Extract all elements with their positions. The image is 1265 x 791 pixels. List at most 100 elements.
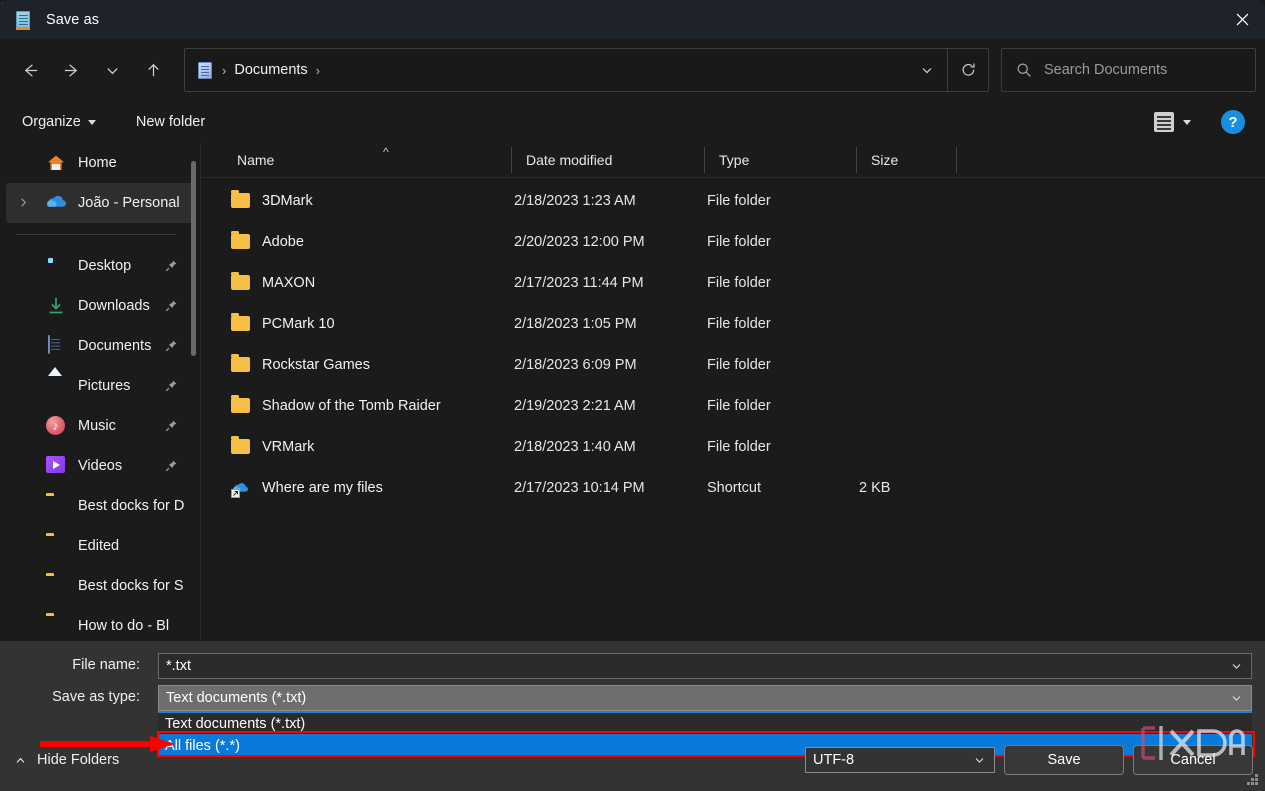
pin-icon[interactable] — [164, 459, 178, 473]
table-row[interactable]: Rockstar Games 2/18/2023 6:09 PM File fo… — [201, 344, 1265, 385]
chevron-down-icon[interactable] — [973, 754, 986, 767]
sidebar-item-label: Downloads — [78, 298, 150, 314]
file-name: Where are my files — [262, 479, 383, 496]
pin-icon[interactable] — [164, 419, 178, 433]
sidebar-item-edited[interactable]: Edited — [6, 526, 194, 566]
sidebar-item-label: João - Personal — [78, 195, 180, 211]
sidebar-item-label: Home — [78, 155, 117, 171]
sidebar-item-joao-personal[interactable]: João - Personal — [6, 183, 194, 223]
chevron-down-icon[interactable] — [1230, 660, 1243, 673]
expand-chevron-right-icon[interactable] — [18, 197, 30, 209]
videos-icon — [46, 456, 66, 476]
sidebar-item-clipped[interactable]: How to do - Bl — [6, 606, 194, 641]
up-arrow-icon[interactable] — [136, 53, 170, 87]
help-button[interactable]: ? — [1221, 110, 1245, 134]
forward-arrow-icon[interactable] — [54, 53, 88, 87]
file-date: 2/18/2023 1:40 AM — [514, 438, 636, 455]
sidebar-item-music[interactable]: ♪ Music — [6, 406, 194, 446]
file-size: 2 KB — [859, 479, 891, 496]
table-row[interactable]: VRMark 2/18/2023 1:40 AM File folder — [201, 426, 1265, 467]
table-row[interactable]: PCMark 10 2/18/2023 1:05 PM File folder — [201, 303, 1265, 344]
sidebar-item-best-docks-for-d[interactable]: Best docks for D — [6, 486, 194, 526]
sidebar-item-downloads[interactable]: Downloads — [6, 286, 194, 326]
sidebar-item-videos[interactable]: Videos — [6, 446, 194, 486]
file-date: 2/17/2023 10:14 PM — [514, 479, 645, 496]
folder-icon — [231, 231, 251, 251]
table-row[interactable]: MAXON 2/17/2023 11:44 PM File folder — [201, 262, 1265, 303]
chevron-down-icon[interactable] — [1230, 692, 1243, 705]
home-icon — [46, 153, 66, 173]
pin-icon[interactable] — [164, 299, 178, 313]
documents-icon — [46, 335, 66, 356]
file-list-pane: ^ Name Date modified Type Size 3DMark 2/… — [201, 143, 1265, 641]
desktop-icon — [46, 256, 66, 276]
sidebar-item-pictures[interactable]: Pictures — [6, 366, 194, 406]
search-box[interactable]: Search Documents — [1001, 48, 1256, 92]
table-row[interactable]: 3DMark 2/18/2023 1:23 AM File folder — [201, 180, 1265, 221]
column-header-name[interactable]: Name — [201, 143, 512, 177]
file-name: MAXON — [262, 274, 316, 291]
encoding-value: UTF-8 — [813, 752, 855, 768]
chevron-up-icon — [14, 754, 27, 767]
window-title: Save as — [46, 11, 100, 28]
recent-locations-chevron-down-icon[interactable] — [95, 53, 129, 87]
encoding-combobox[interactable]: UTF-8 — [805, 747, 995, 773]
folder-icon — [231, 190, 251, 210]
sidebar-item-best-docks-for-s[interactable]: Best docks for S — [6, 566, 194, 606]
view-mode-button[interactable] — [1154, 112, 1191, 132]
back-arrow-icon[interactable] — [13, 53, 47, 87]
file-name: 3DMark — [262, 192, 313, 209]
sidebar-scrollbar[interactable] — [191, 161, 196, 356]
column-header-size[interactable]: Size — [857, 143, 957, 177]
folder-icon — [46, 616, 66, 636]
sidebar-item-documents[interactable]: Documents — [6, 326, 194, 366]
folder-icon — [231, 313, 251, 333]
breadcrumb-documents[interactable]: Documents — [234, 62, 307, 78]
address-chevron-down-icon[interactable] — [907, 49, 947, 91]
file-type: File folder — [707, 397, 771, 414]
breadcrumb-separator-end: › — [315, 62, 321, 78]
shortcut-icon — [231, 479, 251, 498]
file-date: 2/18/2023 1:05 PM — [514, 315, 637, 332]
file-type: Shortcut — [707, 479, 761, 496]
file-date: 2/20/2023 12:00 PM — [514, 233, 645, 250]
table-row[interactable]: Where are my files 2/17/2023 10:14 PM Sh… — [201, 467, 1265, 508]
save-as-type-label: Save as type: — [52, 689, 140, 705]
search-input[interactable]: Search Documents — [1044, 62, 1167, 78]
table-row[interactable]: Shadow of the Tomb Raider 2/19/2023 2:21… — [201, 385, 1265, 426]
folder-icon — [46, 496, 66, 516]
resize-grip[interactable] — [1247, 774, 1259, 786]
file-name-input[interactable]: *.txt — [158, 653, 1252, 679]
navigation-sidebar[interactable]: Home João - Personal Desktop Downloads D… — [0, 143, 200, 641]
hide-folders-button[interactable]: Hide Folders — [14, 752, 119, 768]
organize-label: Organize — [22, 114, 81, 130]
column-header-type[interactable]: Type — [705, 143, 857, 177]
pin-icon[interactable] — [164, 339, 178, 353]
documents-folder-icon — [197, 61, 214, 79]
close-icon[interactable] — [1219, 0, 1265, 39]
file-type: File folder — [707, 438, 771, 455]
folder-icon — [231, 272, 251, 292]
pin-icon[interactable] — [164, 379, 178, 393]
file-name: Adobe — [262, 233, 304, 250]
sidebar-item-label: Desktop — [78, 258, 132, 274]
address-bar[interactable]: › Documents › — [184, 48, 989, 92]
command-bar: Organize New folder ? — [0, 101, 1265, 143]
new-folder-button[interactable]: New folder — [136, 114, 205, 130]
save-as-dialog: Save as › Documents › Search Documents O… — [0, 0, 1265, 791]
table-row[interactable]: Adobe 2/20/2023 12:00 PM File folder — [201, 221, 1265, 262]
hide-folders-label: Hide Folders — [37, 752, 120, 768]
save-as-type-combobox[interactable]: Text documents (*.txt) — [158, 685, 1252, 711]
xda-watermark — [1139, 722, 1259, 764]
file-date: 2/19/2023 2:21 AM — [514, 397, 636, 414]
sidebar-item-home[interactable]: Home — [6, 143, 194, 183]
notepad-icon — [14, 10, 32, 30]
save-button[interactable]: Save — [1004, 745, 1124, 775]
dropdown-option-text-documents[interactable]: Text documents (*.txt) — [158, 713, 1252, 734]
sidebar-item-label: Music — [78, 418, 116, 434]
refresh-icon[interactable] — [948, 49, 988, 91]
organize-button[interactable]: Organize — [22, 114, 96, 130]
pin-icon[interactable] — [164, 259, 178, 273]
column-header-date-modified[interactable]: Date modified — [512, 143, 705, 177]
sidebar-item-desktop[interactable]: Desktop — [6, 246, 194, 286]
